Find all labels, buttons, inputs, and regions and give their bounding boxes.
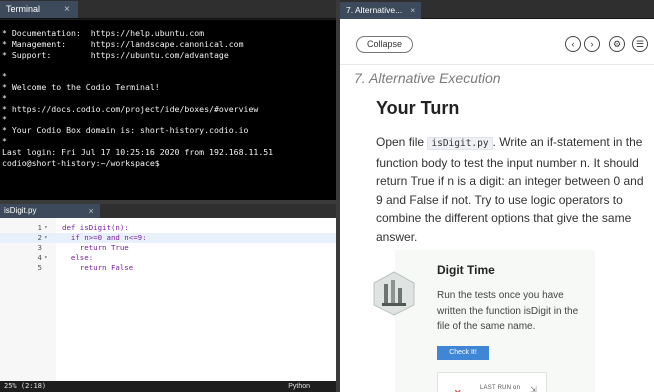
close-icon[interactable]: × (410, 2, 415, 19)
guide-pane: 7. Alternative... × Collapse ‹ › ⚙ ☰ 7. … (340, 0, 654, 392)
terminal-line: * (2, 92, 7, 103)
code-line[interactable]: 1 ▾ def isDigit(n): (0, 223, 336, 233)
card-title: Digit Time (437, 263, 495, 277)
chevron-left-icon[interactable]: ‹ (565, 36, 581, 52)
terminal-line: * Welcome to the Codio Terminal! (2, 81, 160, 92)
terminal-line: codio@short-history:~/workspace$ (2, 157, 160, 168)
terminal-line: * (2, 114, 7, 125)
terminal-output[interactable]: * Documentation: https://help.ubuntu.com… (0, 20, 336, 200)
section-title: 7. Alternative Execution (354, 70, 501, 86)
editor-tabbar: isDigit.py × (0, 204, 336, 218)
cursor-position: 25% (2:18) (4, 382, 47, 390)
page-heading: Your Turn (376, 98, 460, 118)
editor-statusbar: 25% (2:18) Python (0, 381, 336, 392)
line-number: 2 (37, 233, 42, 242)
code-text: return False (62, 263, 134, 272)
challenge-card: Digit Time Run the tests once you have w… (373, 250, 595, 392)
instructions-text: Open file isDigit.py. Write an if-statem… (376, 133, 646, 246)
terminal-line: * https://docs.codio.com/project/ide/box… (2, 103, 259, 114)
microscope-icon (373, 271, 415, 316)
code-text: else: (62, 253, 94, 262)
list-icon[interactable]: ☰ (632, 36, 648, 52)
code-line[interactable]: 3 return True (0, 243, 336, 253)
tab-isdigit-label: isDigit.py (4, 206, 37, 215)
fold-arrow-icon[interactable]: ▾ (44, 233, 48, 243)
file-name-code: isDigit.py (427, 137, 493, 150)
line-number: 1 (37, 223, 42, 232)
tab-guide-label: 7. Alternative... (346, 5, 403, 15)
tab-terminal[interactable]: Terminal × (0, 1, 78, 18)
code-line[interactable]: 2 ▾ if n>=0 and n<=9: (0, 233, 336, 243)
fold-arrow-icon[interactable]: ▾ (44, 223, 48, 233)
terminal-line: * (2, 135, 7, 146)
gear-icon[interactable]: ⚙ (609, 36, 625, 52)
terminal-line: * (2, 71, 7, 82)
last-run-panel: ✕ LAST RUN on ⇲ (437, 372, 547, 392)
tab-terminal-label: Terminal (6, 4, 41, 14)
collapse-button[interactable]: Collapse (356, 36, 414, 53)
code-text: def isDigit(n): (62, 223, 129, 232)
code-line[interactable]: 4 ▾ else: (0, 253, 336, 263)
guide-toolbar: Collapse ‹ › ⚙ ☰ (340, 20, 654, 68)
language-mode[interactable]: Python (288, 381, 310, 392)
line-number: 4 (37, 253, 42, 262)
terminal-line: Last login: Fri Jul 17 10:25:16 2020 fro… (2, 146, 274, 157)
instructions-lead: Open file (376, 135, 428, 149)
terminal-line: * Your Codio Box domain is: short-histor… (2, 125, 249, 136)
card-description: Run the tests once you have written the … (437, 290, 579, 332)
line-number: 3 (37, 243, 42, 252)
tab-isdigit-py[interactable]: isDigit.py × (0, 204, 100, 218)
line-number: 5 (37, 263, 42, 272)
fold-arrow-icon[interactable]: ▾ (44, 253, 48, 263)
code-text: if n>=0 and n<=9: (62, 233, 147, 242)
tab-guide[interactable]: 7. Alternative... × (340, 2, 422, 19)
close-icon[interactable]: × (64, 1, 70, 18)
instructions-rest: . Write an if-statement in the function … (376, 135, 644, 244)
close-icon[interactable]: × (88, 204, 93, 218)
chevron-right-icon[interactable]: › (584, 36, 600, 52)
expand-arrow-icon[interactable]: ⇲ (530, 385, 537, 392)
left-pane: Terminal × * Documentation: https://help… (0, 0, 336, 392)
divider (340, 64, 654, 65)
code-editor[interactable]: 1 ▾ def isDigit(n): 2 ▾ if n>=0 and n<=9: 3 r… (0, 218, 336, 381)
terminal-line: * Management: https://landscape.canonica… (2, 38, 244, 49)
fail-icon: ✕ (454, 388, 462, 392)
guide-tabbar: 7. Alternative... × (340, 0, 654, 19)
code-line[interactable]: 5 return False (0, 263, 336, 273)
check-it-button[interactable]: Check It! (437, 346, 489, 360)
terminal-line: * Documentation: https://help.ubuntu.com (2, 28, 205, 38)
terminal-line: * Support: https://ubuntu.com/advantage (2, 49, 229, 60)
last-run-label: LAST RUN on (480, 385, 521, 391)
terminal-tabbar: Terminal × (0, 0, 336, 19)
code-text: return True (62, 243, 129, 252)
